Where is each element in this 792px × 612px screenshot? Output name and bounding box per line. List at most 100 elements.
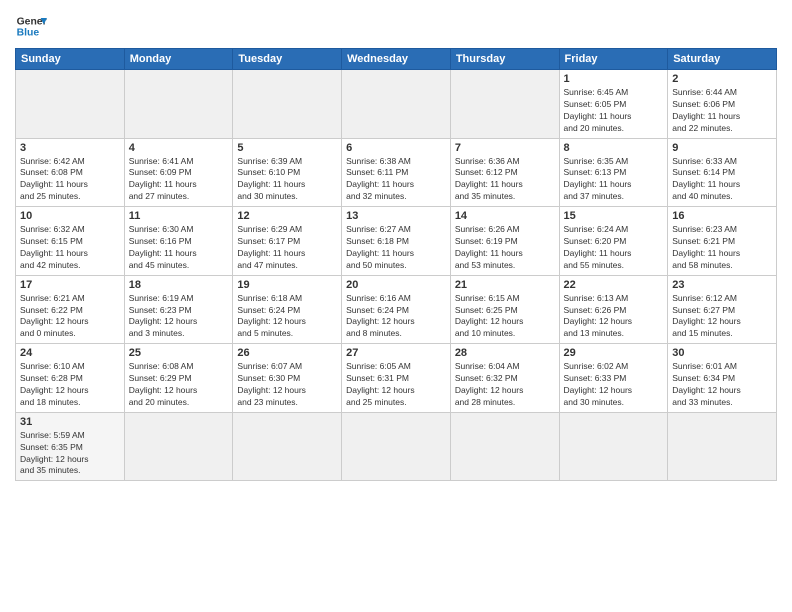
calendar-week-4: 17 Sunrise: 6:21 AMSunset: 6:22 PMDayligh… (16, 275, 777, 344)
calendar-table: SundayMondayTuesdayWednesdayThursdayFrid… (15, 48, 777, 481)
calendar-cell: 12 Sunrise: 6:29 AMSunset: 6:17 PMDayligh… (233, 207, 342, 276)
calendar-cell (342, 70, 451, 139)
day-number: 11 (129, 210, 229, 222)
calendar-cell: 6 Sunrise: 6:38 AMSunset: 6:11 PMDaylight… (342, 138, 451, 207)
calendar-cell: 26Sunrise: 6:07 AMSunset: 6:30 PMDayligh… (233, 344, 342, 413)
day-number: 19 (237, 279, 337, 291)
calendar-cell: 31 Sunrise: 5:59 AMSunset: 6:35 PMDayligh… (16, 412, 125, 481)
day-info: Sunrise: 6:04 AMSunset: 6:32 PMDaylight:… (455, 361, 555, 409)
day-number: 17 (20, 279, 120, 291)
calendar-cell: 29 Sunrise: 6:02 AMSunset: 6:33 PMDayligh… (559, 344, 668, 413)
day-info: Sunrise: 6:01 AMSunset: 6:34 PMDaylight:… (672, 361, 772, 409)
day-info: Sunrise: 6:19 AMSunset: 6:23 PMDaylight:… (129, 293, 229, 341)
day-info: Sunrise: 6:10 AMSunset: 6:28 PMDaylight:… (20, 361, 120, 409)
calendar-cell: 21Sunrise: 6:15 AMSunset: 6:25 PMDayligh… (450, 275, 559, 344)
day-info: Sunrise: 6:39 AMSunset: 6:10 PMDaylight:… (237, 156, 337, 204)
day-number: 16 (672, 210, 772, 222)
day-number: 31 (20, 416, 120, 428)
calendar-cell: 30 Sunrise: 6:01 AMSunset: 6:34 PMDayligh… (668, 344, 777, 413)
day-info: Sunrise: 6:05 AMSunset: 6:31 PMDaylight:… (346, 361, 446, 409)
day-info: Sunrise: 6:08 AMSunset: 6:29 PMDaylight:… (129, 361, 229, 409)
calendar-week-2: 3 Sunrise: 6:42 AMSunset: 6:08 PMDaylight… (16, 138, 777, 207)
calendar-cell: 8 Sunrise: 6:35 AMSunset: 6:13 PMDaylight… (559, 138, 668, 207)
day-number: 22 (564, 279, 664, 291)
day-number: 23 (672, 279, 772, 291)
calendar-cell: 7 Sunrise: 6:36 AMSunset: 6:12 PMDaylight… (450, 138, 559, 207)
day-number: 27 (346, 347, 446, 359)
day-number: 1 (564, 73, 664, 85)
calendar-cell: 19 Sunrise: 6:18 AMSunset: 6:24 PMDayligh… (233, 275, 342, 344)
day-number: 7 (455, 142, 555, 154)
day-info: Sunrise: 6:33 AMSunset: 6:14 PMDaylight:… (672, 156, 772, 204)
calendar-week-3: 10Sunrise: 6:32 AMSunset: 6:15 PMDayligh… (16, 207, 777, 276)
day-info: Sunrise: 5:59 AMSunset: 6:35 PMDaylight:… (20, 430, 120, 478)
calendar-cell (16, 70, 125, 139)
calendar-cell: 10Sunrise: 6:32 AMSunset: 6:15 PMDayligh… (16, 207, 125, 276)
calendar-cell: 28 Sunrise: 6:04 AMSunset: 6:32 PMDayligh… (450, 344, 559, 413)
weekday-header-friday: Friday (559, 49, 668, 70)
day-info: Sunrise: 6:30 AMSunset: 6:16 PMDaylight:… (129, 224, 229, 272)
day-info: Sunrise: 6:36 AMSunset: 6:12 PMDaylight:… (455, 156, 555, 204)
generalblue-logo-icon: General Blue (15, 10, 47, 42)
day-info: Sunrise: 6:23 AMSunset: 6:21 PMDaylight:… (672, 224, 772, 272)
calendar-cell: 5 Sunrise: 6:39 AMSunset: 6:10 PMDaylight… (233, 138, 342, 207)
day-info: Sunrise: 6:21 AMSunset: 6:22 PMDaylight:… (20, 293, 120, 341)
weekday-header-tuesday: Tuesday (233, 49, 342, 70)
calendar-cell: 24 Sunrise: 6:10 AMSunset: 6:28 PMDayligh… (16, 344, 125, 413)
day-number: 8 (564, 142, 664, 154)
day-info: Sunrise: 6:45 AMSunset: 6:05 PMDaylight:… (564, 87, 664, 135)
calendar-cell: 13 Sunrise: 6:27 AMSunset: 6:18 PMDayligh… (342, 207, 451, 276)
calendar-cell: 1 Sunrise: 6:45 AMSunset: 6:05 PMDaylight… (559, 70, 668, 139)
day-number: 9 (672, 142, 772, 154)
calendar-cell (233, 412, 342, 481)
day-info: Sunrise: 6:41 AMSunset: 6:09 PMDaylight:… (129, 156, 229, 204)
calendar-cell (559, 412, 668, 481)
day-number: 20 (346, 279, 446, 291)
day-number: 26 (237, 347, 337, 359)
calendar-cell: 20Sunrise: 6:16 AMSunset: 6:24 PMDayligh… (342, 275, 451, 344)
day-number: 15 (564, 210, 664, 222)
day-number: 6 (346, 142, 446, 154)
weekday-header-monday: Monday (124, 49, 233, 70)
calendar-cell (450, 70, 559, 139)
day-info: Sunrise: 6:38 AMSunset: 6:11 PMDaylight:… (346, 156, 446, 204)
day-number: 2 (672, 73, 772, 85)
calendar-cell: 25 Sunrise: 6:08 AMSunset: 6:29 PMDayligh… (124, 344, 233, 413)
day-info: Sunrise: 6:35 AMSunset: 6:13 PMDaylight:… (564, 156, 664, 204)
day-number: 24 (20, 347, 120, 359)
day-info: Sunrise: 6:15 AMSunset: 6:25 PMDaylight:… (455, 293, 555, 341)
day-info: Sunrise: 6:24 AMSunset: 6:20 PMDaylight:… (564, 224, 664, 272)
day-number: 29 (564, 347, 664, 359)
calendar-page: General Blue SundayMondayTuesdayWednesda… (0, 0, 792, 612)
calendar-cell: 16 Sunrise: 6:23 AMSunset: 6:21 PMDayligh… (668, 207, 777, 276)
day-info: Sunrise: 6:29 AMSunset: 6:17 PMDaylight:… (237, 224, 337, 272)
day-info: Sunrise: 6:42 AMSunset: 6:08 PMDaylight:… (20, 156, 120, 204)
weekday-header-saturday: Saturday (668, 49, 777, 70)
day-number: 12 (237, 210, 337, 222)
day-number: 3 (20, 142, 120, 154)
calendar-cell: 4Sunrise: 6:41 AMSunset: 6:09 PMDaylight… (124, 138, 233, 207)
calendar-cell (233, 70, 342, 139)
calendar-cell (124, 412, 233, 481)
day-number: 25 (129, 347, 229, 359)
calendar-week-1: 1 Sunrise: 6:45 AMSunset: 6:05 PMDaylight… (16, 70, 777, 139)
day-number: 14 (455, 210, 555, 222)
day-number: 13 (346, 210, 446, 222)
weekday-header-wednesday: Wednesday (342, 49, 451, 70)
calendar-cell: 27 Sunrise: 6:05 AMSunset: 6:31 PMDayligh… (342, 344, 451, 413)
calendar-week-5: 24 Sunrise: 6:10 AMSunset: 6:28 PMDayligh… (16, 344, 777, 413)
header: General Blue (15, 10, 777, 42)
day-info: Sunrise: 6:02 AMSunset: 6:33 PMDaylight:… (564, 361, 664, 409)
weekday-header-thursday: Thursday (450, 49, 559, 70)
day-info: Sunrise: 6:27 AMSunset: 6:18 PMDaylight:… (346, 224, 446, 272)
day-number: 5 (237, 142, 337, 154)
calendar-cell: 23Sunrise: 6:12 AMSunset: 6:27 PMDayligh… (668, 275, 777, 344)
day-info: Sunrise: 6:44 AMSunset: 6:06 PMDaylight:… (672, 87, 772, 135)
calendar-cell (124, 70, 233, 139)
calendar-cell: 18Sunrise: 6:19 AMSunset: 6:23 PMDayligh… (124, 275, 233, 344)
calendar-cell: 22Sunrise: 6:13 AMSunset: 6:26 PMDayligh… (559, 275, 668, 344)
day-number: 30 (672, 347, 772, 359)
day-info: Sunrise: 6:18 AMSunset: 6:24 PMDaylight:… (237, 293, 337, 341)
day-number: 28 (455, 347, 555, 359)
calendar-cell: 14Sunrise: 6:26 AMSunset: 6:19 PMDayligh… (450, 207, 559, 276)
